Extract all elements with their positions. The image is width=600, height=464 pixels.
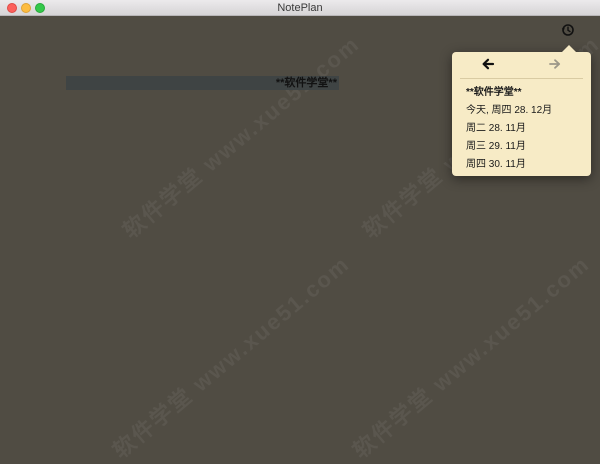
window-title: NotePlan [277, 2, 323, 14]
history-clock-icon [561, 24, 574, 36]
history-item[interactable]: 周二 28. 11月 [466, 120, 588, 138]
editor-line-text: **软件学堂** [275, 77, 337, 89]
history-popover: **软件学堂** 今天, 周四 28. 12月 周二 28. 11月 周三 29… [452, 45, 591, 176]
app-window: NotePlan 软件学堂 www.xue51.com 软件学堂 www.xue… [0, 0, 600, 464]
history-item[interactable]: 周四 30. 11月 [466, 156, 588, 174]
popover-arrow [562, 45, 576, 52]
title-bar[interactable]: NotePlan [0, 0, 600, 16]
editor-line[interactable]: **软件学堂** [66, 76, 339, 90]
history-item[interactable]: 今天, 周四 28. 12月 [466, 102, 588, 120]
popover-divider [460, 78, 583, 79]
history-button[interactable] [560, 22, 576, 38]
watermark: 软件学堂 www.xue51.com [108, 250, 355, 464]
watermark: 软件学堂 www.xue51.com [118, 30, 365, 244]
history-nav [452, 52, 591, 76]
arrow-left-icon [482, 58, 495, 70]
history-item[interactable]: **软件学堂** [466, 84, 588, 102]
watermark: 软件学堂 www.xue51.com [348, 250, 595, 464]
history-forward-button[interactable] [547, 56, 563, 72]
history-back-button[interactable] [480, 56, 496, 72]
arrow-right-icon [549, 59, 561, 69]
history-item[interactable]: 周三 29. 11月 [466, 138, 588, 156]
history-list: **软件学堂** 今天, 周四 28. 12月 周二 28. 11月 周三 29… [466, 84, 588, 174]
